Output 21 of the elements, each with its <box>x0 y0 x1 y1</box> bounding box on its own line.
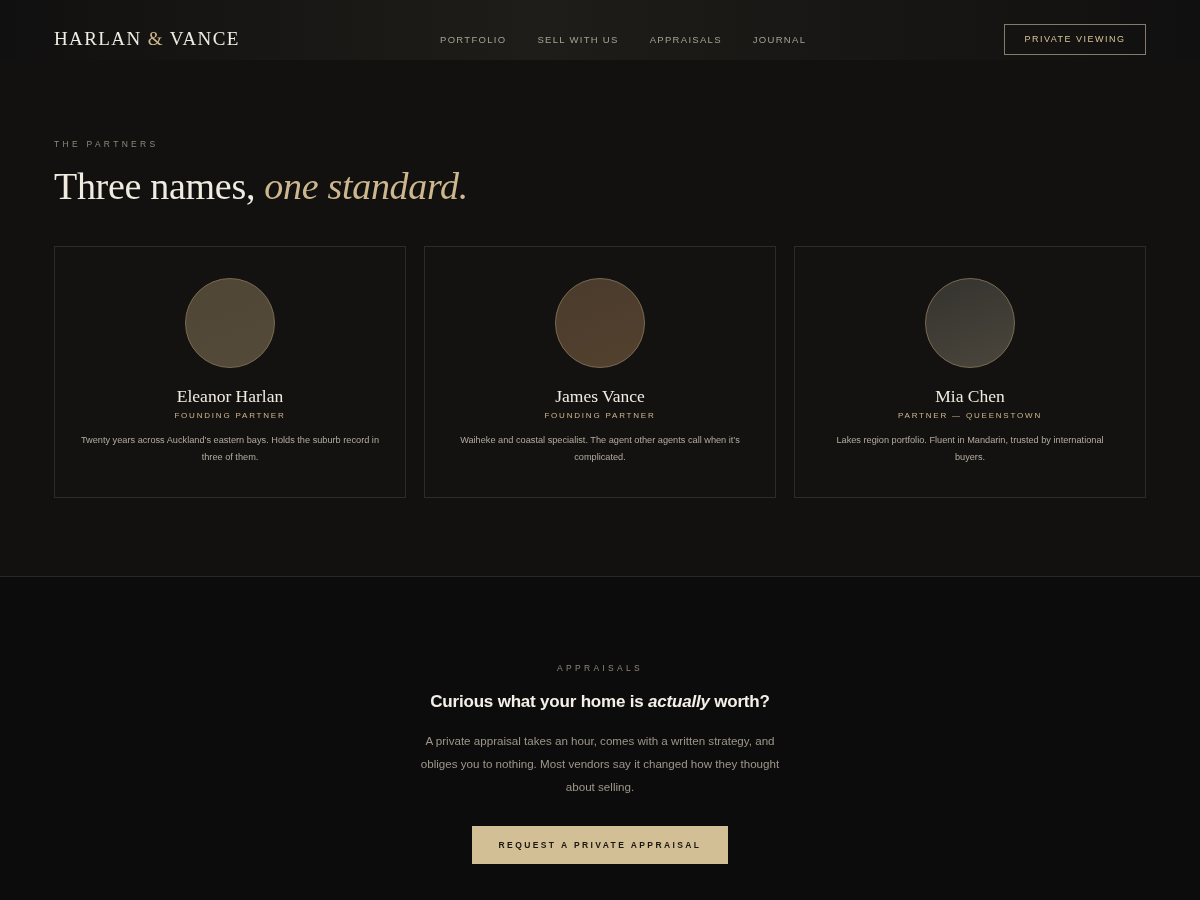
partner-name: Mia Chen <box>935 385 1005 407</box>
site-logo[interactable]: HARLAN & VANCE <box>54 28 240 50</box>
partner-role: FOUNDING PARTNER <box>174 410 286 422</box>
partner-name: Eleanor Harlan <box>176 385 284 407</box>
nav-link[interactable]: APPRAISALS <box>649 33 722 47</box>
request-appraisal-button[interactable]: REQUEST A PRIVATE APPRAISAL <box>472 826 728 864</box>
partner-bio: Lakes region portfolio. Fluent in Mandarin, trusted by international buyers. <box>835 434 1105 464</box>
partner-role: FOUNDING PARTNER <box>544 410 656 422</box>
partner-name: James Vance <box>555 385 645 407</box>
section-body: A private appraisal takes an hour, comes with a written strategy, and obliges you to nothing. Most vendors say it changed how they thought about selling. <box>419 733 781 795</box>
nav-link[interactable]: SELL WITH US <box>537 33 619 47</box>
section-heading: Three names, one standard. <box>54 164 469 209</box>
nav-link[interactable]: PORTFOLIO <box>440 33 507 47</box>
section-eyebrow: THE PARTNERS <box>54 138 159 150</box>
private-viewing-button[interactable]: PRIVATE VIEWING <box>1004 23 1146 55</box>
partner-bio: Waiheke and coastal specialist. The agent other agents call when it’s complicated. <box>459 434 741 464</box>
section-eyebrow: APPRAISALS <box>557 662 643 674</box>
section-heading: Curious what your home is actually worth? <box>430 691 770 713</box>
partner-role: PARTNER — QUEENSTOWN <box>898 410 1042 422</box>
nav-link[interactable]: JOURNAL <box>752 33 807 47</box>
partner-bio: Twenty years across Auckland’s eastern bays. Holds the suburb record in three of them. <box>80 434 380 464</box>
